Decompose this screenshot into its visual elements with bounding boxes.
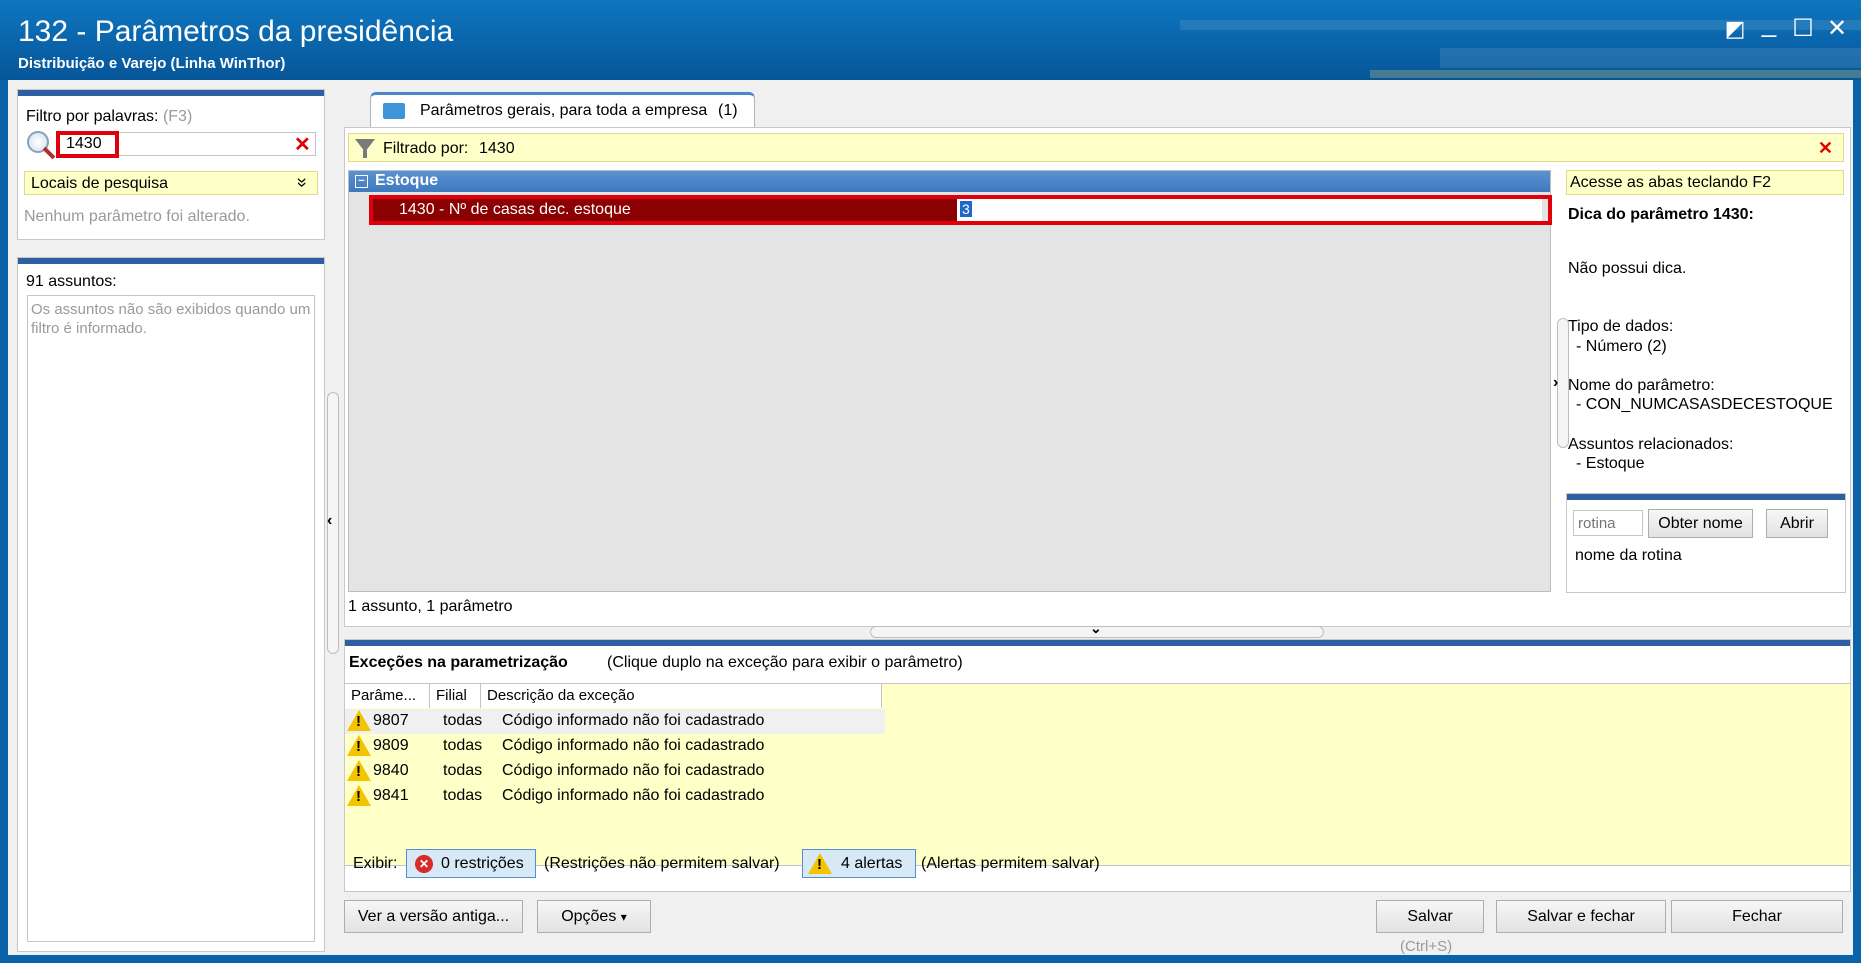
data-type-label: Tipo de dados: — [1568, 318, 1674, 335]
title-bar: 132 - Parâmetros da presidência Distribu… — [0, 0, 1861, 80]
tree-summary: 1 assunto, 1 parâmetro — [348, 598, 513, 615]
table-header: Parâme... Filial Descrição da exceção — [345, 684, 882, 708]
column-header-description[interactable]: Descrição da exceção — [481, 684, 882, 708]
search-locations-dropdown[interactable]: Locais de pesquisa » — [24, 171, 318, 195]
restore-layout-icon[interactable]: ◩ — [1718, 14, 1752, 44]
filter-shortcut: (F3) — [162, 108, 193, 125]
hint-text: Não possui dica. — [1568, 260, 1687, 277]
parameter-tree: − Estoque 1430 - Nº de casas dec. estoqu… — [348, 170, 1551, 592]
group-header-estoque[interactable]: − Estoque — [349, 171, 1550, 192]
shortcut-hint-bar: Acesse as abas teclando F2 — [1566, 170, 1844, 195]
related-subjects-label: Assuntos relacionados: — [1568, 436, 1734, 453]
exceptions-table: Parâme... Filial Descrição da exceção 98… — [345, 683, 1850, 866]
param-name-value: - CON_NUMCASASDECESTOQUE — [1576, 396, 1833, 413]
options-button[interactable]: Opções ▾ — [537, 900, 651, 933]
parameter-highlight-box — [369, 195, 1552, 225]
panel-accent — [345, 640, 1850, 646]
filter-panel: Filtro por palavras: (F3) 1430 ✕ Locais … — [17, 89, 325, 240]
clear-filter-icon[interactable]: ✕ — [294, 132, 311, 157]
table-row[interactable]: 9807 todas Código informado não foi cada… — [345, 709, 885, 734]
old-version-button[interactable]: Ver a versão antiga... — [344, 900, 523, 933]
warning-icon — [347, 710, 371, 731]
error-icon: ✕ — [415, 855, 433, 873]
data-type-value: - Número (2) — [1576, 338, 1667, 355]
hint-title: Dica do parâmetro 1430: — [1568, 206, 1754, 223]
related-subjects-value: - Estoque — [1576, 455, 1645, 472]
show-label: Exibir: — [353, 855, 398, 872]
close-window-button[interactable]: ✕ — [1820, 14, 1854, 44]
subjects-count: 91 assuntos: — [26, 273, 117, 290]
table-row[interactable]: 9840 todas Código informado não foi cada… — [345, 759, 885, 784]
routine-name: nome da rotina — [1575, 547, 1682, 564]
table-row[interactable]: 9809 todas Código informado não foi cada… — [345, 734, 885, 759]
tab-general-parameters[interactable]: Parâmetros gerais, para toda a empresa (… — [370, 92, 755, 128]
restrictions-note: (Restrições não permitem salvar) — [544, 855, 780, 872]
warning-icon — [347, 760, 371, 781]
collapse-right-icon[interactable]: › — [1553, 374, 1558, 392]
warning-icon — [347, 735, 371, 756]
filter-label: Filtro por palavras: (F3) — [26, 108, 193, 125]
exceptions-hint: (Clique duplo na exceção para exibir o p… — [607, 654, 963, 671]
warning-icon — [347, 785, 371, 806]
maximize-button[interactable]: ☐ — [1786, 14, 1820, 44]
search-highlight-box — [56, 131, 119, 158]
restrictions-toggle-button[interactable]: ✕ 0 restrições — [406, 849, 536, 878]
warning-icon — [808, 853, 832, 874]
chevron-down-icon: » — [292, 177, 313, 188]
save-shortcut: (Ctrl+S) — [1400, 938, 1453, 955]
window-title: 132 - Parâmetros da presidência — [18, 15, 454, 48]
alerts-toggle-button[interactable]: 4 alertas — [802, 849, 916, 878]
window-subtitle: Distribuição e Varejo (Linha WinThor) — [18, 55, 286, 72]
subjects-list[interactable]: Os assuntos não são exibidos quando um f… — [27, 295, 315, 942]
exceptions-title: Exceções na parametrização — [349, 654, 568, 671]
routine-panel: Obter nome Abrir nome da rotina — [1566, 493, 1846, 593]
routine-input[interactable] — [1573, 510, 1643, 536]
folder-icon — [383, 103, 405, 119]
panel-accent — [18, 258, 324, 264]
subjects-message: Os assuntos não são exibidos quando um f… — [31, 301, 311, 337]
minimize-button[interactable]: _ — [1752, 8, 1786, 38]
save-button[interactable]: Salvar — [1376, 900, 1484, 933]
caret-down-icon: ▾ — [620, 910, 627, 924]
collapse-group-icon[interactable]: − — [355, 175, 368, 188]
column-header-param[interactable]: Parâme... — [345, 684, 430, 708]
column-header-filial[interactable]: Filial — [430, 684, 481, 708]
save-and-close-button[interactable]: Salvar e fechar — [1496, 900, 1666, 933]
get-name-button[interactable]: Obter nome — [1648, 509, 1753, 538]
filter-info-value: 1430 — [479, 140, 515, 157]
close-button[interactable]: Fechar — [1671, 900, 1843, 933]
group-label: Estoque — [375, 172, 439, 189]
collapse-left-icon[interactable]: ‹ — [327, 512, 332, 530]
exceptions-panel: Exceções na parametrização (Clique duplo… — [344, 639, 1851, 892]
alerts-note: (Alertas permitem salvar) — [921, 855, 1100, 872]
panel-accent — [18, 90, 324, 96]
collapse-bottom-icon[interactable]: ⌄ — [1090, 620, 1102, 637]
param-name-label: Nome do parâmetro: — [1568, 377, 1715, 394]
subjects-panel: 91 assuntos: Os assuntos não são exibido… — [17, 257, 325, 952]
changes-status: Nenhum parâmetro foi alterado. — [24, 208, 250, 225]
filter-info-label: Filtrado por: — [383, 140, 469, 157]
table-row[interactable]: 9841 todas Código informado não foi cada… — [345, 784, 885, 809]
search-icon-handle — [42, 146, 56, 160]
clear-filter-bar-icon[interactable]: ✕ — [1818, 138, 1833, 159]
open-routine-button[interactable]: Abrir — [1766, 509, 1828, 538]
filter-info-bar: Filtrado por: 1430 ✕ — [348, 133, 1844, 162]
